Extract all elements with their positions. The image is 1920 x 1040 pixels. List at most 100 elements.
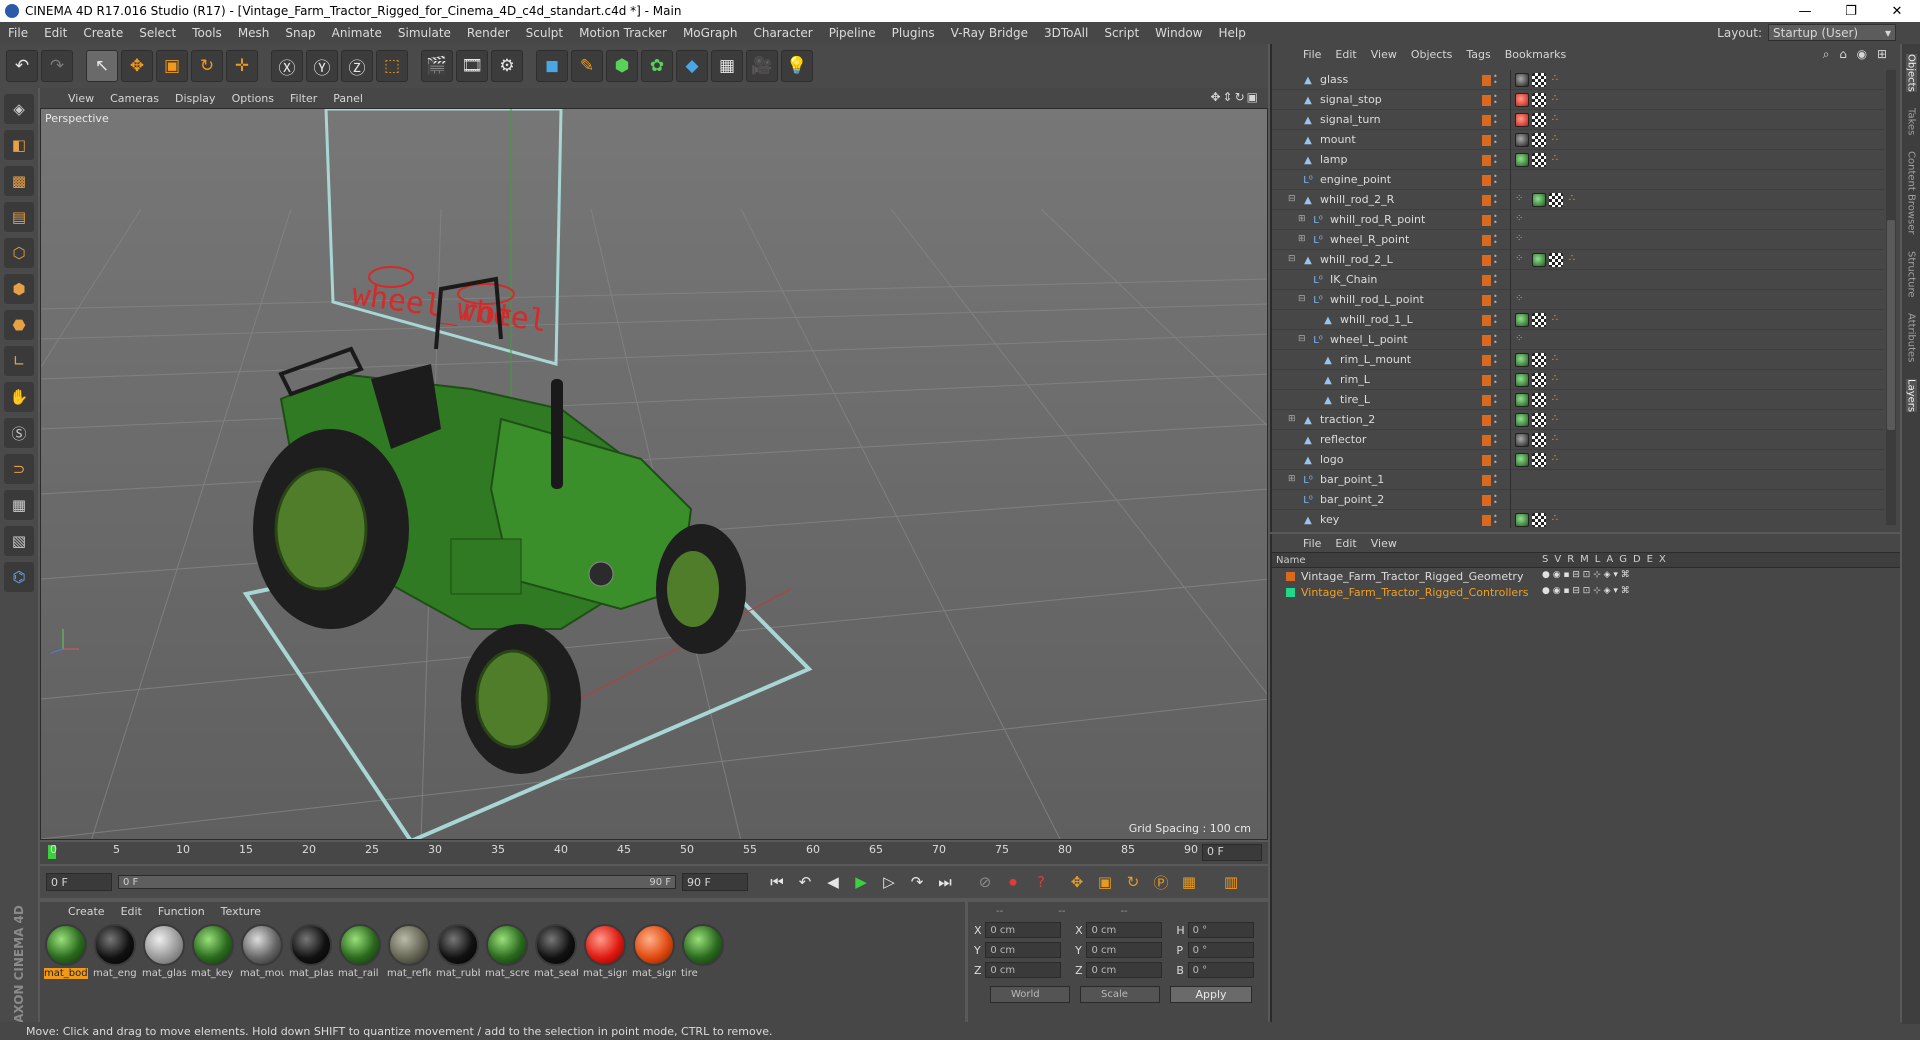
object-menu-view[interactable]: View: [1364, 48, 1404, 61]
render-settings-icon[interactable]: ⚙: [491, 50, 523, 82]
workplane-icon[interactable]: ▤: [4, 202, 34, 232]
layer-color-swatch[interactable]: [1482, 275, 1491, 286]
key-rotation-icon[interactable]: ↻: [1120, 869, 1146, 895]
polygons-mode-icon[interactable]: ⬣: [4, 310, 34, 340]
texture-tag-icon[interactable]: [1532, 93, 1546, 107]
points-mode-icon[interactable]: ⬡: [4, 238, 34, 268]
visibility-dots-icon[interactable]: • •: [1493, 413, 1498, 427]
material-tag-icon[interactable]: [1515, 413, 1529, 427]
position-field[interactable]: 0 cm: [985, 922, 1062, 938]
side-tab-content-browser[interactable]: Content Browser: [1906, 151, 1917, 234]
object-row[interactable]: L⁰ engine_point • •: [1272, 170, 1884, 190]
move-tool-icon[interactable]: ✥: [121, 50, 153, 82]
key-parameter-icon[interactable]: Ⓟ: [1148, 869, 1174, 895]
recent-tool-icon[interactable]: ✛: [226, 50, 258, 82]
object-row[interactable]: ▲ key • • ∴: [1272, 510, 1884, 528]
material-swatch[interactable]: mat_engine: [93, 924, 137, 979]
layer-flag-icons[interactable]: ● ◉ ▪ ⊟ ⊡ ⊹ ◈ ▾ ⌘: [1542, 586, 1630, 596]
material-tag-icon[interactable]: [1515, 373, 1529, 387]
layer-color-swatch[interactable]: [1482, 75, 1491, 86]
rotation-field[interactable]: 0 °: [1187, 962, 1255, 978]
previous-frame-icon[interactable]: ◀: [820, 869, 846, 895]
layer-menu-view[interactable]: View: [1364, 537, 1404, 550]
material-swatch[interactable]: mat_glass: [142, 924, 186, 979]
side-tab-objects[interactable]: Objects: [1905, 54, 1917, 92]
layer-color-swatch[interactable]: [1482, 175, 1491, 186]
menu-simulate[interactable]: Simulate: [390, 26, 459, 40]
object-menu-tags[interactable]: Tags: [1459, 48, 1497, 61]
menu-animate[interactable]: Animate: [324, 26, 390, 40]
menu-3dtoall[interactable]: 3DToAll: [1036, 26, 1096, 40]
object-row[interactable]: ▲ signal_turn • • ∴: [1272, 110, 1884, 130]
visibility-dots-icon[interactable]: • •: [1493, 173, 1498, 187]
menu-select[interactable]: Select: [131, 26, 184, 40]
texture-tag-icon[interactable]: [1532, 513, 1546, 527]
object-manager-icons[interactable]: ⌕ ⌂ ◉ ⊞: [1823, 47, 1890, 62]
floor-icon[interactable]: ▦: [711, 50, 743, 82]
render-picture-viewer-icon[interactable]: 🎞: [456, 50, 488, 82]
protection-tag-icon[interactable]: ∴: [1549, 73, 1561, 87]
object-row[interactable]: ▲ rim_L • • ∴: [1272, 370, 1884, 390]
texture-tag-icon[interactable]: [1532, 113, 1546, 127]
material-swatch[interactable]: mat_body: [44, 924, 88, 979]
texture-tag-icon[interactable]: [1532, 153, 1546, 167]
timeline[interactable]: 0 5 10 15 20 25 30 35 40 45 50 55 60 65 70 75 80 85 90 0 F: [40, 842, 1268, 864]
visibility-dots-icon[interactable]: • •: [1493, 113, 1498, 127]
object-row[interactable]: ⊞ L⁰ wheel_R_point • • ⁘: [1272, 230, 1884, 250]
rotation-field[interactable]: 0 °: [1187, 942, 1255, 958]
menu-tools[interactable]: Tools: [184, 26, 230, 40]
protection-tag-icon[interactable]: ∴: [1549, 113, 1561, 127]
lock-workplane-icon[interactable]: ▦: [4, 490, 34, 520]
object-row[interactable]: ⊞ ▲ traction_2 • • ∴: [1272, 410, 1884, 430]
close-button[interactable]: ✕: [1874, 0, 1920, 22]
protection-tag-icon[interactable]: ∴: [1549, 393, 1561, 407]
planar-workplane-icon[interactable]: ▧: [4, 526, 34, 556]
object-row[interactable]: ⊟ ▲ whill_rod_2_R • • ⁘ ∴: [1272, 190, 1884, 210]
texture-tag-icon[interactable]: [1532, 133, 1546, 147]
visibility-dots-icon[interactable]: • •: [1493, 133, 1498, 147]
material-tag-icon[interactable]: [1515, 113, 1529, 127]
autokey-icon[interactable]: ⏺: [1000, 869, 1026, 895]
protection-tag-icon[interactable]: ∴: [1549, 513, 1561, 527]
pen-spline-icon[interactable]: ✎: [571, 50, 603, 82]
layer-color-swatch[interactable]: [1482, 115, 1491, 126]
layer-color-swatch[interactable]: [1482, 315, 1491, 326]
cube-object-icon[interactable]: ◼: [536, 50, 568, 82]
viewport-menu-panel[interactable]: Panel: [325, 92, 371, 105]
protection-tag-icon[interactable]: ∴: [1549, 133, 1561, 147]
material-swatch[interactable]: mat_mount: [240, 924, 284, 979]
menu-mograph[interactable]: MoGraph: [675, 26, 746, 40]
material-tag-icon[interactable]: [1515, 133, 1529, 147]
previous-key-icon[interactable]: ↶: [792, 869, 818, 895]
scale-mode-dropdown[interactable]: Scale: [1080, 986, 1160, 1003]
maximize-button[interactable]: ❐: [1828, 0, 1874, 22]
object-menu-edit[interactable]: Edit: [1328, 48, 1363, 61]
texture-tag-icon[interactable]: [1532, 73, 1546, 87]
menu-window[interactable]: Window: [1147, 26, 1210, 40]
visibility-dots-icon[interactable]: • •: [1493, 513, 1498, 527]
material-tag-icon[interactable]: [1515, 453, 1529, 467]
subdivision-icon[interactable]: ⬢: [606, 50, 638, 82]
texture-tag-icon[interactable]: [1532, 433, 1546, 447]
redo-icon[interactable]: ↷: [41, 50, 73, 82]
layer-color-swatch[interactable]: [1286, 571, 1295, 581]
object-menu-objects[interactable]: Objects: [1404, 48, 1460, 61]
expand-toggle-icon[interactable]: ⊞: [1298, 214, 1306, 224]
material-tag-icon[interactable]: [1532, 253, 1546, 267]
protection-tag-icon[interactable]: ∴: [1549, 453, 1561, 467]
viewport-menu-cameras[interactable]: Cameras: [102, 92, 167, 105]
viewport-menu-options[interactable]: Options: [224, 92, 282, 105]
object-menu-bookmarks[interactable]: Bookmarks: [1498, 48, 1573, 61]
minimize-button[interactable]: —: [1782, 0, 1828, 22]
size-field[interactable]: 0 cm: [1086, 942, 1163, 958]
object-row[interactable]: ▲ signal_stop • • ∴: [1272, 90, 1884, 110]
visibility-dots-icon[interactable]: • •: [1493, 93, 1498, 107]
visibility-dots-icon[interactable]: • •: [1493, 213, 1498, 227]
visibility-dots-icon[interactable]: • •: [1493, 393, 1498, 407]
material-swatch[interactable]: mat_plastic: [289, 924, 333, 979]
object-row[interactable]: ⊞ L⁰ whill_rod_R_point • • ⁘: [1272, 210, 1884, 230]
snap-icon[interactable]: Ⓢ: [4, 418, 34, 448]
expand-toggle-icon[interactable]: ⊞: [1288, 414, 1296, 424]
material-tag-icon[interactable]: [1515, 153, 1529, 167]
visibility-dots-icon[interactable]: • •: [1493, 313, 1498, 327]
